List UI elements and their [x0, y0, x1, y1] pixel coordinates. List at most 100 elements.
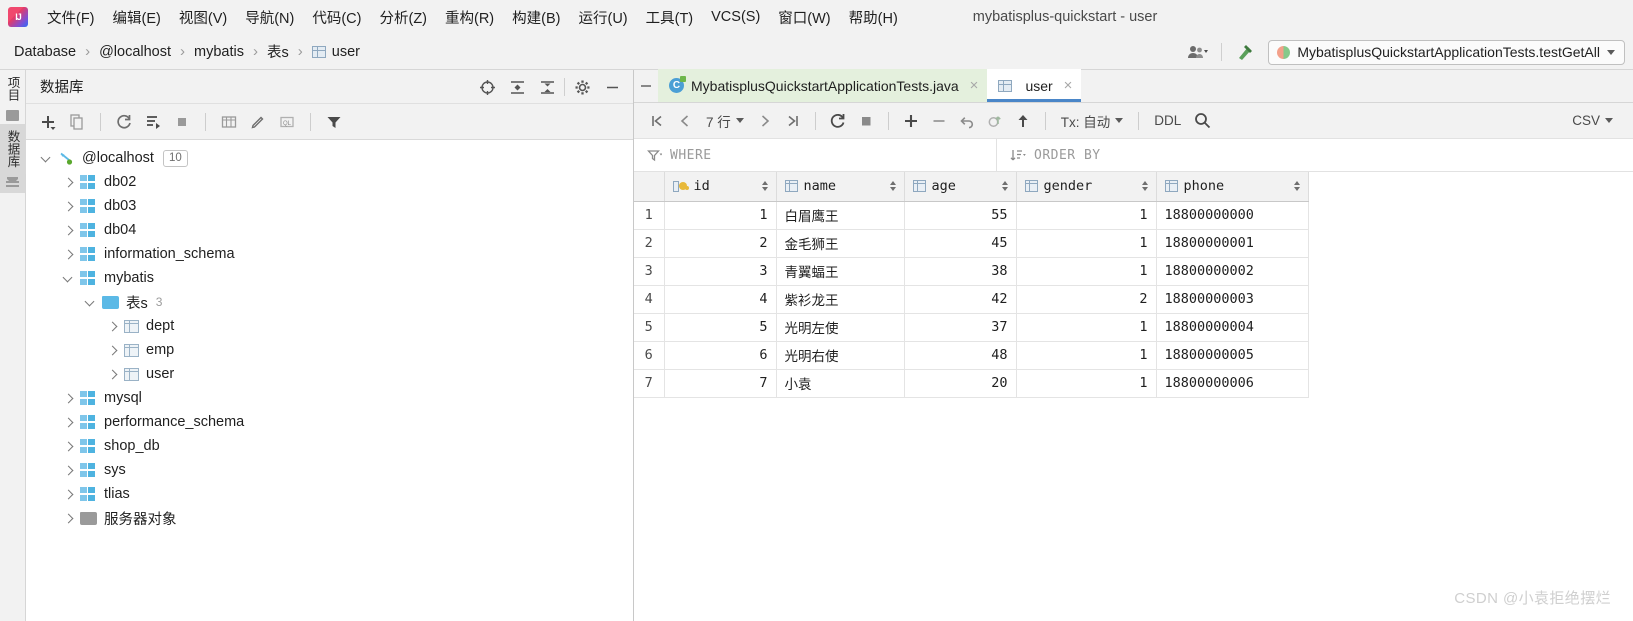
locate-icon[interactable] [474, 75, 500, 99]
cell-gender[interactable]: 2 [1016, 285, 1157, 314]
cell-gender[interactable]: 1 [1016, 369, 1157, 398]
breadcrumb-item-s[interactable]: 表s [267, 41, 289, 62]
collapse-all-icon[interactable] [534, 75, 560, 99]
column-header-gender[interactable]: gender [1016, 172, 1157, 202]
breadcrumb-item-mybatis[interactable]: mybatis [194, 44, 244, 60]
menu-item-11[interactable]: 窗口(W) [769, 4, 839, 31]
where-filter-input[interactable]: WHERE [634, 139, 997, 171]
query-console-icon[interactable]: QL [274, 109, 300, 135]
cell-id[interactable]: 6 [664, 341, 777, 370]
prev-page-icon[interactable] [672, 108, 698, 134]
tree-node-shop_db[interactable]: shop_db [26, 434, 633, 458]
cell-phone[interactable]: 18800000004 [1156, 313, 1309, 342]
cell-phone[interactable]: 18800000003 [1156, 285, 1309, 314]
cell-age[interactable]: 20 [904, 369, 1017, 398]
revert-selected-icon[interactable] [982, 108, 1008, 134]
cell-phone[interactable]: 18800000001 [1156, 229, 1309, 258]
settings-gear-icon[interactable] [569, 75, 595, 99]
menu-item-12[interactable]: 帮助(H) [840, 4, 907, 31]
cell-phone[interactable]: 18800000002 [1156, 257, 1309, 286]
menu-item-0[interactable]: 文件(F) [38, 4, 104, 31]
menu-item-5[interactable]: 分析(Z) [370, 4, 436, 31]
menu-item-7[interactable]: 构建(B) [503, 4, 569, 31]
last-page-icon[interactable] [780, 108, 806, 134]
cell-id[interactable]: 1 [664, 201, 777, 230]
tree-node-[interactable]: 服务器对象 [26, 506, 633, 530]
tree-node-db02[interactable]: db02 [26, 170, 633, 194]
tree-node-tlias[interactable]: tlias [26, 482, 633, 506]
reload-icon[interactable] [825, 108, 851, 134]
menu-item-10[interactable]: VCS(S) [702, 6, 769, 28]
tree-node-db04[interactable]: db04 [26, 218, 633, 242]
table-editor-icon[interactable] [216, 109, 242, 135]
chevron-down-icon[interactable] [84, 296, 97, 309]
chevron-down-icon[interactable] [40, 152, 53, 165]
modify-pencil-icon[interactable] [245, 109, 271, 135]
menu-item-3[interactable]: 导航(N) [236, 4, 303, 31]
menu-item-9[interactable]: 工具(T) [637, 4, 703, 31]
cell-gender[interactable]: 1 [1016, 341, 1157, 370]
chevron-right-icon[interactable] [106, 344, 119, 357]
cell-gender[interactable]: 1 [1016, 229, 1157, 258]
breadcrumb-item-localhost[interactable]: @localhost [99, 44, 171, 60]
cell-name[interactable]: 金毛狮王 [776, 229, 905, 258]
table-row[interactable]: 4 4 紫衫龙王 42 2 18800000003 [634, 285, 1309, 314]
transaction-mode-selector[interactable]: Tx: 自动 [1055, 111, 1130, 131]
data-grid[interactable]: id name age gender phone 1 1 白眉鹰王 55 1 18800000000… [634, 172, 1633, 398]
column-header-id[interactable]: id [664, 172, 777, 202]
column-header-age[interactable]: age [904, 172, 1017, 202]
delete-row-icon[interactable] [926, 108, 952, 134]
cell-name[interactable]: 青翼蝠王 [776, 257, 905, 286]
chevron-down-icon[interactable] [62, 272, 75, 285]
tree-node-information_schema[interactable]: information_schema [26, 242, 633, 266]
close-icon[interactable]: × [1064, 77, 1073, 94]
tree-node-sys[interactable]: sys [26, 458, 633, 482]
editor-tab-java-file[interactable]: C MybatisplusQuickstartApplicationTests.… [658, 69, 988, 102]
chevron-right-icon[interactable] [62, 464, 75, 477]
tree-node-user[interactable]: user [26, 362, 633, 386]
tree-node-mysql[interactable]: mysql [26, 386, 633, 410]
chevron-right-icon[interactable] [106, 320, 119, 333]
cell-name[interactable]: 光明左使 [776, 313, 905, 342]
breadcrumb-item-Database[interactable]: Database [14, 44, 76, 60]
cell-name[interactable]: 光明右使 [776, 341, 905, 370]
sync-icon[interactable] [140, 109, 166, 135]
tree-node-mybatis[interactable]: mybatis [26, 266, 633, 290]
menu-item-4[interactable]: 代码(C) [303, 4, 370, 31]
table-row[interactable]: 6 6 光明右使 48 1 18800000005 [634, 341, 1309, 370]
table-row[interactable]: 7 7 小袁 20 1 18800000006 [634, 369, 1309, 398]
tool-window-tab-project[interactable]: 项目 [0, 70, 26, 107]
hammer-build-icon[interactable] [1232, 40, 1258, 64]
cell-name[interactable]: 小袁 [776, 369, 905, 398]
chevron-right-icon[interactable] [62, 440, 75, 453]
chevron-right-icon[interactable] [62, 248, 75, 261]
cell-id[interactable]: 3 [664, 257, 777, 286]
tree-node-dept[interactable]: dept [26, 314, 633, 338]
tree-node-performance_schema[interactable]: performance_schema [26, 410, 633, 434]
sort-toggle-icon[interactable] [1293, 181, 1300, 192]
chevron-right-icon[interactable] [62, 512, 75, 525]
cell-phone[interactable]: 18800000005 [1156, 341, 1309, 370]
cell-gender[interactable]: 1 [1016, 313, 1157, 342]
filter-icon[interactable] [321, 109, 347, 135]
column-header-phone[interactable]: phone [1156, 172, 1309, 202]
search-icon[interactable] [1189, 108, 1215, 134]
menu-item-1[interactable]: 编辑(E) [104, 4, 170, 31]
hide-panel-icon[interactable] [599, 75, 625, 99]
first-page-icon[interactable] [644, 108, 670, 134]
cell-name[interactable]: 紫衫龙王 [776, 285, 905, 314]
run-configuration-selector[interactable]: MybatisplusQuickstartApplicationTests.te… [1268, 39, 1625, 65]
cell-gender[interactable]: 1 [1016, 257, 1157, 286]
chevron-right-icon[interactable] [62, 392, 75, 405]
add-row-icon[interactable] [898, 108, 924, 134]
cell-age[interactable]: 55 [904, 201, 1017, 230]
menu-item-2[interactable]: 视图(V) [170, 4, 236, 31]
orderby-filter-input[interactable]: ORDER BY [997, 139, 1633, 171]
cell-id[interactable]: 5 [664, 313, 777, 342]
add-icon[interactable] [35, 109, 61, 135]
table-row[interactable]: 3 3 青翼蝠王 38 1 18800000002 [634, 257, 1309, 286]
editor-tab-user-table[interactable]: user × [987, 69, 1082, 102]
menu-item-8[interactable]: 运行(U) [569, 4, 636, 31]
cell-age[interactable]: 37 [904, 313, 1017, 342]
cell-id[interactable]: 4 [664, 285, 777, 314]
